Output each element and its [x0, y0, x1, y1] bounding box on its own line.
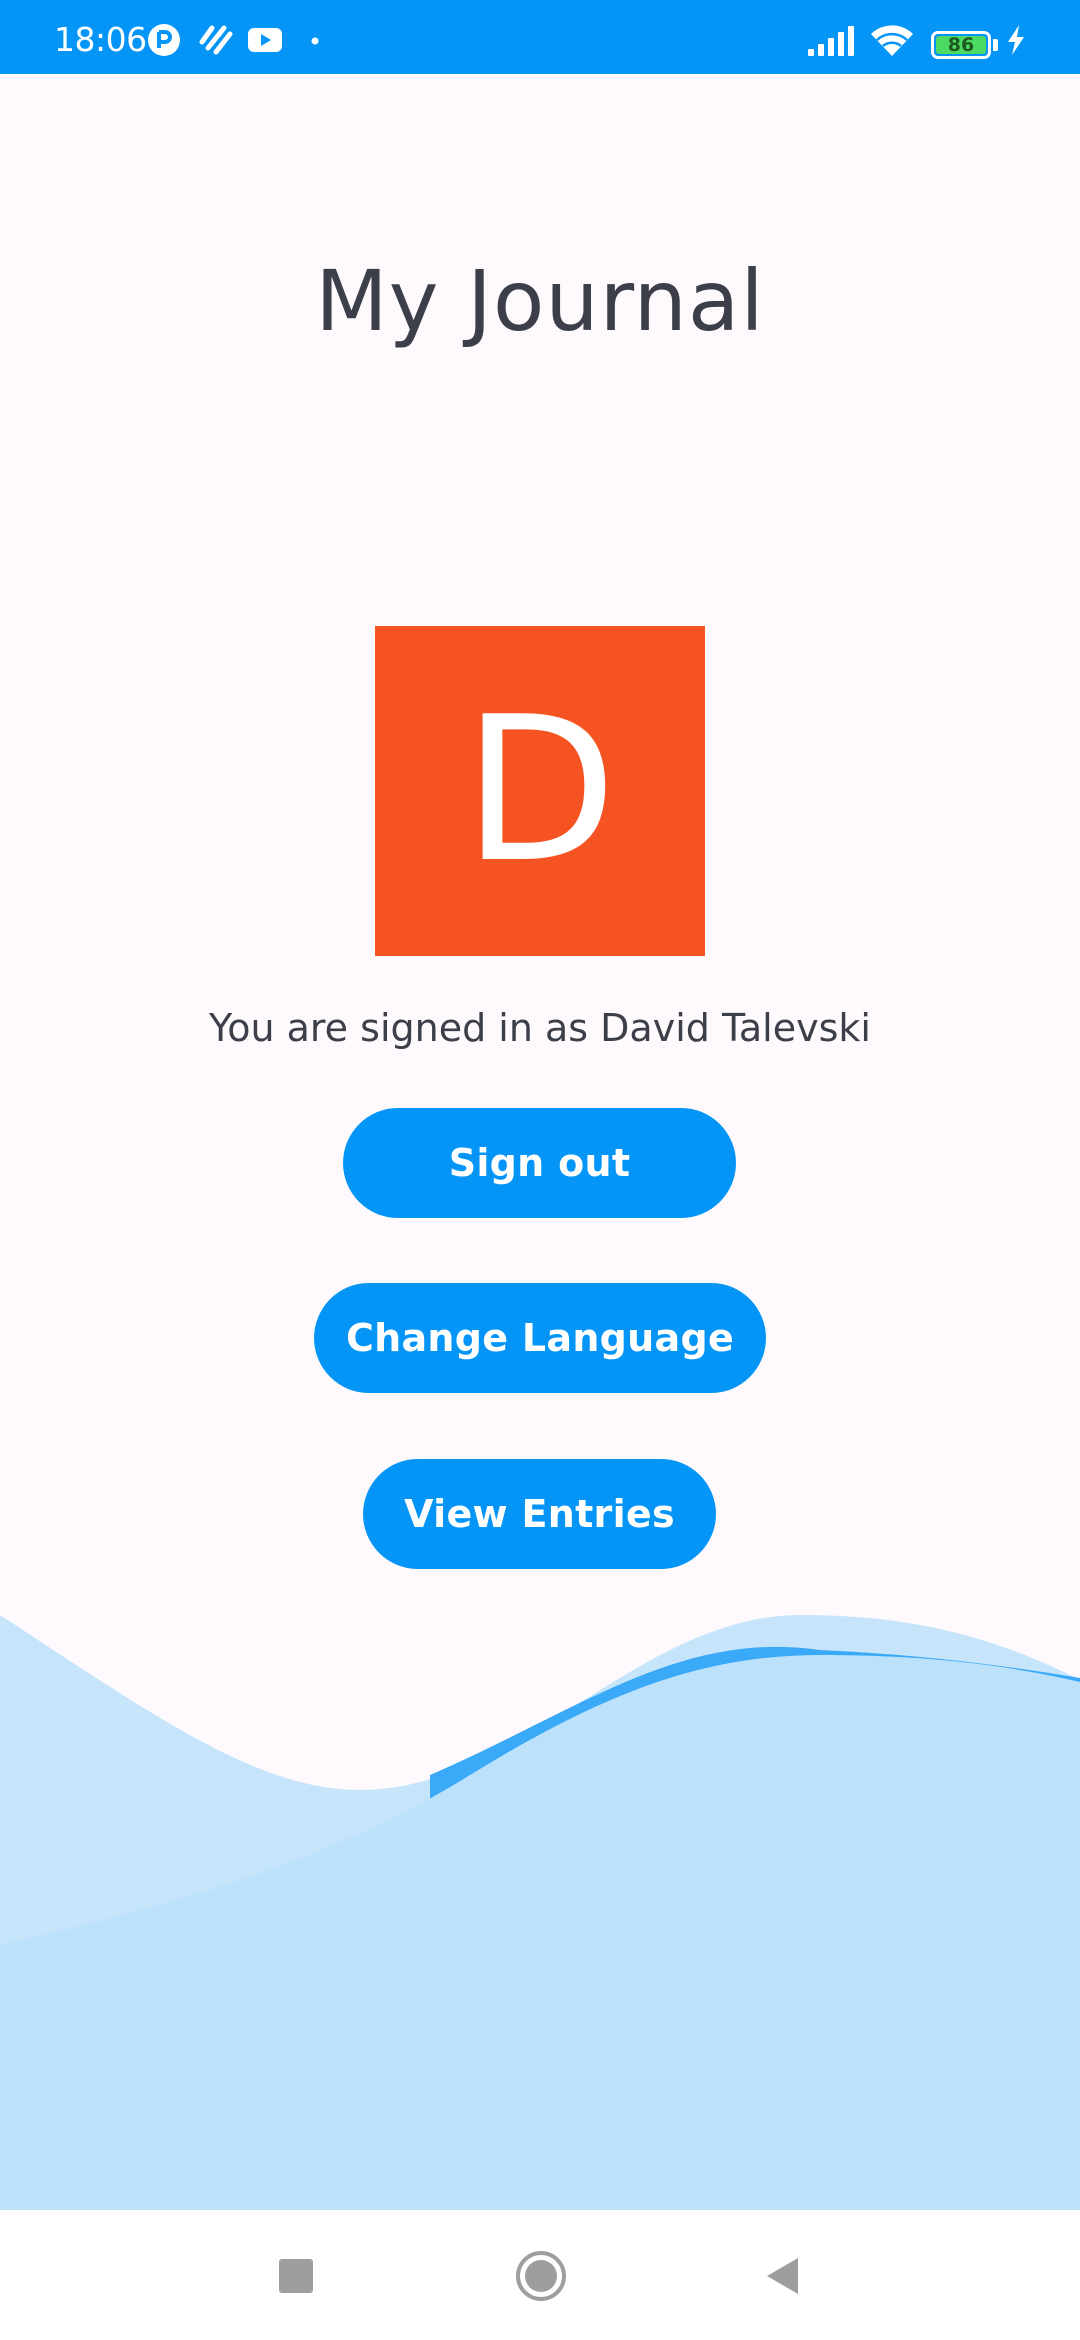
heart-icon	[199, 25, 233, 55]
battery-nub	[993, 39, 998, 51]
avatar: D	[375, 626, 705, 956]
status-bar: 18:06 86	[0, 0, 1080, 74]
wifi-icon	[871, 25, 913, 56]
page-title: My Journal	[315, 252, 765, 350]
sign-out-button[interactable]: Sign out	[343, 1108, 736, 1218]
battery-level: 86	[947, 34, 975, 56]
app-icon	[148, 24, 180, 56]
signed-in-text: You are signed in as David Talevski	[209, 1006, 871, 1050]
view-entries-button[interactable]: View Entries	[363, 1459, 716, 1569]
youtube-icon	[248, 28, 282, 52]
home-icon[interactable]	[515, 2250, 567, 2302]
status-time: 18:06	[54, 20, 147, 59]
charging-icon	[1008, 25, 1024, 55]
battery-icon: 86	[931, 31, 991, 59]
back-icon[interactable]	[760, 2253, 806, 2299]
recents-icon[interactable]	[273, 2253, 319, 2299]
dot-icon	[311, 37, 319, 45]
wave-decoration	[0, 1615, 1080, 2210]
change-language-button[interactable]: Change Language	[314, 1283, 766, 1393]
signal-icon	[808, 26, 854, 56]
